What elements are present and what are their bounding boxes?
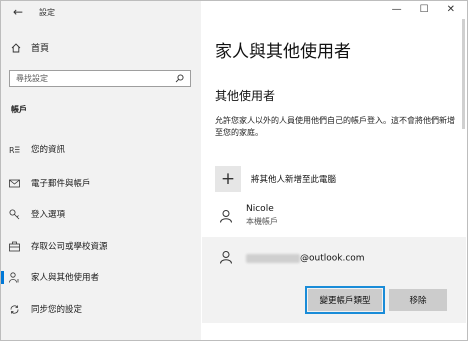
other-users-heading: 其他使用者 xyxy=(215,89,276,103)
redacted-email-prefix xyxy=(246,253,300,263)
sync-icon xyxy=(10,305,19,314)
close-icon[interactable]: ✕ xyxy=(447,4,455,15)
person-card-icon: R xyxy=(9,146,20,155)
search-icon xyxy=(175,74,184,83)
sidebar-item-label: 同步您的設定 xyxy=(31,305,83,315)
sidebar-item-work-school[interactable]: 存取公司或學校資源 xyxy=(1,236,201,256)
user-avatar-icon xyxy=(215,246,237,268)
key-icon xyxy=(9,209,20,220)
sidebar-item-sync-settings[interactable]: 同步您的設定 xyxy=(1,299,201,319)
svg-text:R: R xyxy=(9,146,15,155)
maximize-icon[interactable]: ☐ xyxy=(420,4,429,15)
scrollbar[interactable] xyxy=(462,19,465,129)
user-account-type: 本機帳戶 xyxy=(246,217,278,226)
sidebar-item-email-accounts[interactable]: 電子郵件與帳戶 xyxy=(1,173,201,193)
people-icon xyxy=(9,272,19,283)
sidebar: ← 設定 首頁 尋找設定 帳戶 R 您的資訊 電子郵件與帳戶 登入選項 存取公司… xyxy=(1,1,201,340)
briefcase-icon xyxy=(9,241,20,252)
other-users-description: 允許您家人以外的人員使用他們自己的帳戶登入。這不會將他們新增至您的家庭。 xyxy=(215,116,455,137)
minimize-icon[interactable]: — xyxy=(392,4,402,15)
selected-user-card[interactable]: @outlook.com 變更帳戶類型 移除 xyxy=(202,237,466,323)
change-account-type-button[interactable]: 變更帳戶類型 xyxy=(305,286,385,314)
sidebar-item-sign-in-options[interactable]: 登入選項 xyxy=(1,204,201,224)
plus-icon: + xyxy=(215,166,241,192)
page-title: 家人與其他使用者 xyxy=(215,42,351,62)
sidebar-item-label: 您的資訊 xyxy=(31,145,66,155)
mail-icon xyxy=(9,179,20,188)
main-pane: — ☐ ✕ 家人與其他使用者 其他使用者 允許您家人以外的人員使用他們自己的帳戶… xyxy=(201,1,467,340)
user-avatar-icon xyxy=(215,205,237,227)
back-arrow-icon[interactable]: ← xyxy=(13,5,23,19)
home-label: 首頁 xyxy=(31,44,50,54)
window-controls: — ☐ ✕ xyxy=(392,4,455,15)
sidebar-item-family-other-users[interactable]: 家人與其他使用者 xyxy=(1,267,201,287)
home-icon xyxy=(11,42,21,52)
user-email-suffix: @outlook.com xyxy=(300,253,365,263)
add-other-user-button[interactable]: + 將其他人新增至此電腦 xyxy=(215,166,336,192)
app-title: 設定 xyxy=(39,8,55,17)
sidebar-item-label: 電子郵件與帳戶 xyxy=(31,179,91,189)
home-link[interactable]: 首頁 xyxy=(11,41,49,54)
sidebar-item-label: 家人與其他使用者 xyxy=(31,273,100,283)
user-name: Nicole xyxy=(246,204,274,214)
add-user-label: 將其他人新增至此電腦 xyxy=(251,175,337,185)
sidebar-item-label: 存取公司或學校資源 xyxy=(31,242,108,252)
user-entry-nicole[interactable]: Nicole 本機帳戶 xyxy=(215,204,278,227)
search-settings-input[interactable]: 尋找設定 xyxy=(9,70,191,87)
sidebar-item-your-info[interactable]: R 您的資訊 xyxy=(1,139,201,159)
section-label-accounts: 帳戶 xyxy=(11,105,27,114)
remove-button[interactable]: 移除 xyxy=(389,289,447,311)
sidebar-item-label: 登入選項 xyxy=(31,210,66,220)
user-entry-outlook[interactable]: @outlook.com xyxy=(215,246,365,268)
search-placeholder: 尋找設定 xyxy=(16,74,48,83)
